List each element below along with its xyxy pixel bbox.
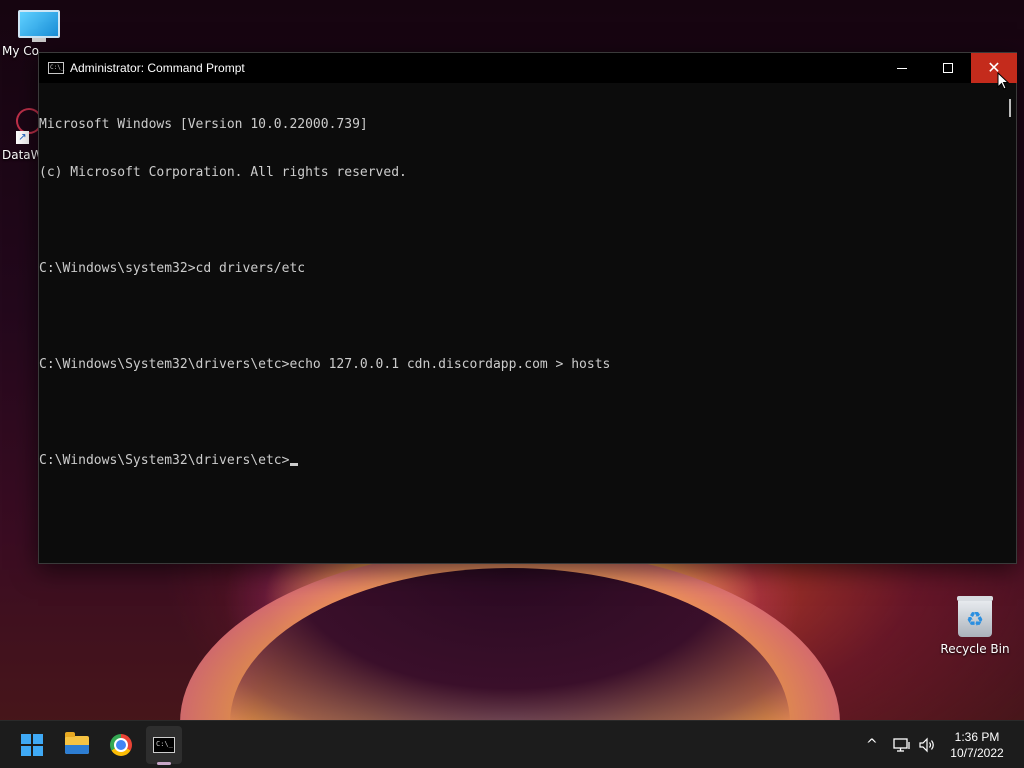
show-hidden-icons-button[interactable]: ^ (866, 721, 878, 768)
console-prompt: C:\Windows\System32\drivers\etc> (39, 453, 290, 468)
close-button[interactable]: ✕ (971, 53, 1017, 83)
desktop-icon-label: Recycle Bin (940, 642, 1010, 656)
minimize-icon (897, 67, 907, 69)
maximize-icon (943, 63, 953, 73)
chrome-icon (110, 734, 132, 756)
monitor-icon (18, 10, 60, 42)
console-prompt-line[interactable]: C:\Windows\System32\drivers\etc> (39, 453, 1004, 469)
network-icon (893, 738, 910, 752)
taskbar: C:\_ ^ 1:36 PM 10/7/2022 (0, 720, 1024, 768)
start-button[interactable] (16, 729, 48, 761)
text-cursor (290, 463, 299, 466)
taskbar-command-prompt[interactable]: C:\_ (146, 726, 182, 764)
desktop-icon-my-computer[interactable]: My Co (2, 10, 72, 58)
console-output[interactable]: Microsoft Windows [Version 10.0.22000.73… (39, 83, 1004, 563)
maximize-button[interactable] (925, 53, 971, 83)
console-line: C:\Windows\system32>cd drivers/etc (39, 261, 306, 276)
active-app-indicator (157, 762, 171, 765)
taskbar-file-explorer[interactable] (61, 729, 93, 761)
desktop-icon-recycle-bin[interactable]: ♻ Recycle Bin (940, 596, 1010, 656)
volume-button[interactable] (918, 721, 936, 768)
mouse-pointer-icon (997, 72, 1009, 90)
taskbar-chrome[interactable] (105, 729, 137, 761)
minimize-button[interactable] (879, 53, 925, 83)
network-button[interactable] (893, 721, 911, 768)
windows-start-icon (21, 734, 43, 756)
volume-icon (919, 737, 934, 753)
console-line: C:\Windows\System32\drivers\etc>echo 127… (39, 357, 611, 372)
terminal-icon: C:\_ (48, 62, 64, 74)
terminal-icon: C:\_ (153, 737, 175, 753)
scrollbar-thumb[interactable] (1009, 99, 1011, 117)
taskbar-clock[interactable]: 1:36 PM 10/7/2022 (940, 729, 1014, 761)
console-line: (c) Microsoft Corporation. All rights re… (39, 165, 407, 180)
console-line: Microsoft Windows [Version 10.0.22000.73… (39, 117, 368, 132)
command-prompt-window[interactable]: C:\_ Administrator: Command Prompt ✕ Mic… (38, 52, 1017, 564)
clock-date: 10/7/2022 (950, 746, 1004, 760)
title-bar[interactable]: C:\_ Administrator: Command Prompt ✕ (39, 53, 1017, 83)
clock-time: 1:36 PM (954, 730, 1000, 744)
folder-icon (65, 732, 89, 754)
shortcut-arrow-icon: ↗ (16, 131, 29, 144)
recycle-bin-icon: ♻ (957, 596, 993, 638)
window-title: Administrator: Command Prompt (70, 61, 245, 75)
chevron-up-icon: ^ (866, 737, 878, 753)
